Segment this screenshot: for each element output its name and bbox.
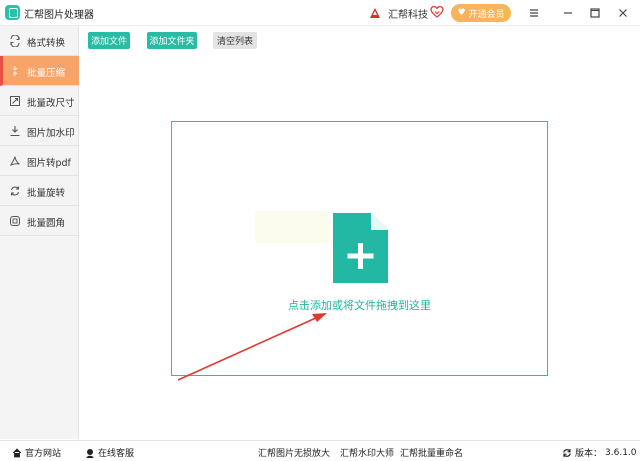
status-bar: 官方网站 在线客服 汇帮图片无损放大 汇帮水印大师 汇帮批量重命名 版本： 3.… xyxy=(0,440,640,461)
brand-logo-icon xyxy=(370,8,380,18)
close-icon[interactable] xyxy=(615,5,631,21)
home-icon xyxy=(12,447,22,457)
lossless-zoom-link[interactable]: 汇帮图片无损放大 xyxy=(258,446,330,459)
headset-icon xyxy=(86,448,94,458)
app-logo-icon xyxy=(5,5,20,20)
round-corner-icon xyxy=(10,216,20,226)
sidebar-item-label: 批量改尺寸 xyxy=(27,98,75,109)
maximize-icon[interactable] xyxy=(587,5,603,21)
sidebar-item-label: 图片转pdf xyxy=(27,158,71,169)
heart-icon[interactable] xyxy=(430,5,444,19)
add-file-icon[interactable] xyxy=(333,213,388,283)
add-folder-button[interactable]: 添加文件夹 xyxy=(147,32,197,49)
sidebar-item-label: 批量压缩 xyxy=(27,68,66,79)
sidebar-item-round-corner[interactable]: 批量圆角 xyxy=(0,206,79,236)
sidebar-item-label: 批量圆角 xyxy=(27,218,66,229)
sidebar-item-label: 格式转换 xyxy=(27,38,66,49)
vip-button[interactable]: ♥ 开通会员 xyxy=(451,4,511,22)
website-link[interactable]: 官方网站 xyxy=(12,446,61,459)
add-file-button[interactable]: 添加文件 xyxy=(88,32,130,49)
support-label: 在线客服 xyxy=(98,449,135,459)
app-window: 汇帮图片处理器 汇帮科技 ♥ 开通会员 格式转换 批量压缩 批量改尺寸 图片加水… xyxy=(0,0,640,461)
compress-icon xyxy=(12,66,18,76)
sidebar-item-format-convert[interactable]: 格式转换 xyxy=(0,26,79,56)
sidebar-item-resize[interactable]: 批量改尺寸 xyxy=(0,86,79,116)
batch-rename-link[interactable]: 汇帮批量重命名 xyxy=(400,446,463,459)
refresh-icon xyxy=(563,448,571,457)
support-link[interactable]: 在线客服 xyxy=(85,446,134,459)
sidebar-item-label: 批量旋转 xyxy=(27,188,66,199)
website-label: 官方网站 xyxy=(25,449,62,459)
version-label: 版本： xyxy=(575,449,603,459)
title-bar: 汇帮图片处理器 汇帮科技 ♥ 开通会员 xyxy=(0,0,640,26)
drop-zone-hint[interactable]: 点击添加或将文件拖拽到这里 xyxy=(171,297,548,313)
version-number: 3.6.1.0 xyxy=(605,447,637,458)
vip-label: 开通会员 xyxy=(468,9,505,20)
app-title: 汇帮图片处理器 xyxy=(24,10,94,21)
pdf-icon xyxy=(9,156,20,167)
drag-ghost xyxy=(255,211,330,243)
format-convert-icon xyxy=(10,35,20,47)
version-info: 版本： 3.6.1.0 xyxy=(562,446,637,459)
sidebar-item-label: 图片加水印 xyxy=(27,128,75,139)
sidebar-item-pdf[interactable]: 图片转pdf xyxy=(0,146,79,176)
minimize-icon[interactable] xyxy=(560,5,576,21)
brand-name: 汇帮科技 xyxy=(388,9,428,21)
clear-list-button[interactable]: 清空列表 xyxy=(213,32,257,49)
resize-icon xyxy=(10,96,20,106)
sidebar-item-watermark[interactable]: 图片加水印 xyxy=(0,116,79,146)
rotate-icon xyxy=(10,186,20,196)
sidebar: 格式转换 批量压缩 批量改尺寸 图片加水印 图片转pdf 批量旋转 批量圆角 xyxy=(0,26,79,439)
watermark-icon xyxy=(10,126,20,137)
menu-icon[interactable] xyxy=(526,5,542,21)
diamond-icon: ♥ xyxy=(457,8,466,18)
brand[interactable]: 汇帮科技 xyxy=(368,4,428,22)
sidebar-item-rotate[interactable]: 批量旋转 xyxy=(0,176,79,206)
watermark-master-link[interactable]: 汇帮水印大师 xyxy=(340,446,394,459)
sidebar-item-compress[interactable]: 批量压缩 xyxy=(0,56,79,86)
